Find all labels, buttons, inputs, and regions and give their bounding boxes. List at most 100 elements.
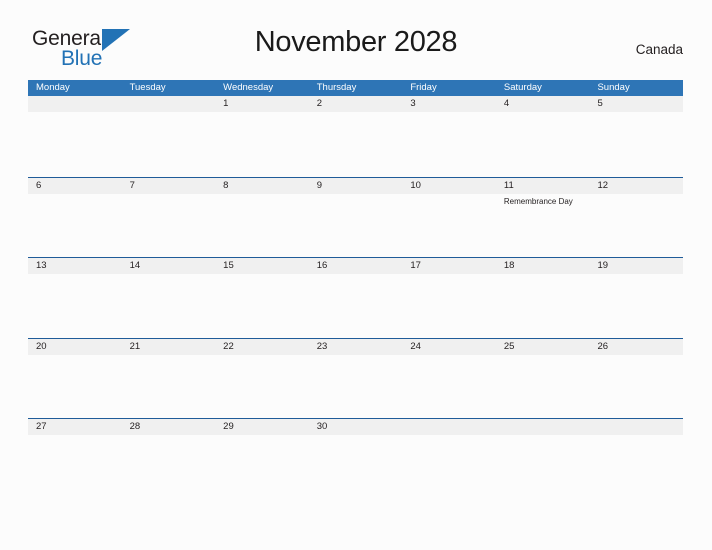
day-number: 15 xyxy=(223,260,234,271)
day-number: 10 xyxy=(410,179,421,191)
day-number xyxy=(402,419,496,435)
day-events xyxy=(28,112,122,114)
day-number: 19 xyxy=(597,260,609,271)
day-cell[interactable]: 16 xyxy=(309,258,403,338)
page-title: November 2028 xyxy=(254,26,458,58)
weekday-header-monday: Monday xyxy=(36,82,70,93)
day-events xyxy=(589,274,683,276)
weekday-header-sunday: Sunday xyxy=(597,82,630,93)
day-events xyxy=(309,112,403,114)
day-cell[interactable]: 15 xyxy=(215,258,309,338)
day-cell[interactable] xyxy=(402,419,496,499)
day-events xyxy=(309,355,403,357)
day-cell[interactable]: 2 xyxy=(309,96,403,177)
day-events xyxy=(215,274,309,276)
day-events xyxy=(402,355,496,357)
holiday-event-label: Remembrance Day xyxy=(503,196,573,206)
day-events xyxy=(215,194,309,196)
day-cell[interactable]: 18 xyxy=(496,258,590,338)
day-events xyxy=(589,112,683,114)
day-number: 26 xyxy=(597,340,609,352)
day-events xyxy=(496,274,590,276)
day-number: 25 xyxy=(503,340,515,352)
weekday-header-tuesday: Tuesday xyxy=(129,82,166,93)
day-number: 30 xyxy=(316,421,328,432)
day-cell[interactable]: 1 xyxy=(215,96,309,177)
day-cell[interactable] xyxy=(28,96,122,177)
day-cell[interactable]: 23 xyxy=(309,339,403,419)
day-cell[interactable] xyxy=(122,96,216,177)
day-cell[interactable]: 21 xyxy=(122,339,216,419)
day-cell[interactable]: 25 xyxy=(496,339,590,419)
day-events xyxy=(309,274,403,276)
day-cell[interactable]: 17 xyxy=(402,258,496,338)
calendar-grid: Monday Tuesday Wednesday Thursday Friday… xyxy=(28,80,683,499)
day-cell[interactable]: 29 xyxy=(215,419,309,499)
day-events xyxy=(402,112,496,114)
day-number: 12 xyxy=(597,179,609,191)
calendar-week-row: 27 28 29 30 xyxy=(28,418,683,499)
day-events xyxy=(122,194,216,196)
day-events xyxy=(402,274,496,276)
weekday-header-row: Monday Tuesday Wednesday Thursday Friday… xyxy=(28,80,683,96)
day-number: 28 xyxy=(129,421,141,432)
day-cell[interactable]: 24 xyxy=(402,339,496,419)
day-number: 23 xyxy=(316,340,328,352)
day-cell[interactable]: 9 xyxy=(309,178,403,258)
weekday-header-saturday: Saturday xyxy=(503,82,542,93)
day-events xyxy=(122,435,216,437)
day-events xyxy=(122,274,216,276)
day-number: 1 xyxy=(223,98,229,109)
day-cell[interactable]: 4 xyxy=(496,96,590,177)
calendar-weeks: 1 2 3 4 5 6 7 8 9 10 11 Remembrance Day 12 13 14 15 16 17… xyxy=(28,96,683,499)
day-events xyxy=(28,274,122,276)
day-number xyxy=(496,419,590,435)
day-cell[interactable]: 7 xyxy=(122,178,216,258)
week-cells: 1 2 3 4 5 xyxy=(28,96,683,177)
day-cell[interactable] xyxy=(589,419,683,499)
day-number: 11 xyxy=(503,179,514,191)
week-cells: 13 14 15 16 17 18 19 xyxy=(28,258,683,338)
day-number: 13 xyxy=(36,260,47,271)
day-events xyxy=(589,355,683,357)
day-cell[interactable]: 14 xyxy=(122,258,216,338)
day-cell[interactable]: 19 xyxy=(589,258,683,338)
day-cell[interactable]: 10 xyxy=(402,178,496,258)
day-events xyxy=(402,435,496,437)
calendar-week-row: 20 21 22 23 24 25 26 xyxy=(28,337,683,419)
day-cell[interactable]: 12 xyxy=(589,178,683,258)
day-number: 27 xyxy=(36,421,47,432)
day-number xyxy=(589,419,683,435)
day-number: 9 xyxy=(316,179,323,191)
day-cell[interactable]: 13 xyxy=(28,258,122,338)
day-cell[interactable]: 20 xyxy=(28,339,122,419)
day-cell[interactable]: 11 Remembrance Day xyxy=(496,178,590,258)
day-events xyxy=(28,194,122,196)
day-cell[interactable]: 6 xyxy=(28,178,122,258)
day-cell[interactable]: 3 xyxy=(402,96,496,177)
day-events xyxy=(402,194,496,196)
day-number xyxy=(122,96,216,112)
week-cells: 27 28 29 30 xyxy=(28,419,683,499)
calendar-week-row: 1 2 3 4 5 xyxy=(28,96,683,177)
day-number: 14 xyxy=(129,260,141,271)
calendar-week-row: 6 7 8 9 10 11 Remembrance Day 12 xyxy=(28,176,683,258)
day-cell[interactable]: 8 xyxy=(215,178,309,258)
day-number: 2 xyxy=(316,98,323,109)
day-number: 24 xyxy=(410,340,421,352)
day-number: 18 xyxy=(503,260,515,271)
day-number: 17 xyxy=(410,260,421,271)
day-number: 22 xyxy=(223,340,234,352)
day-cell[interactable] xyxy=(496,419,590,499)
day-cell[interactable]: 5 xyxy=(589,96,683,177)
week-cells: 6 7 8 9 10 11 Remembrance Day 12 xyxy=(28,178,683,258)
day-cell[interactable]: 22 xyxy=(215,339,309,419)
day-cell[interactable]: 30 xyxy=(309,419,403,499)
day-cell[interactable]: 27 xyxy=(28,419,122,499)
day-events xyxy=(496,435,590,437)
day-number: 16 xyxy=(316,260,328,271)
day-events xyxy=(589,435,683,437)
day-cell[interactable]: 28 xyxy=(122,419,216,499)
day-cell[interactable]: 26 xyxy=(589,339,683,419)
calendar-week-row: 13 14 15 16 17 18 19 xyxy=(28,257,683,338)
